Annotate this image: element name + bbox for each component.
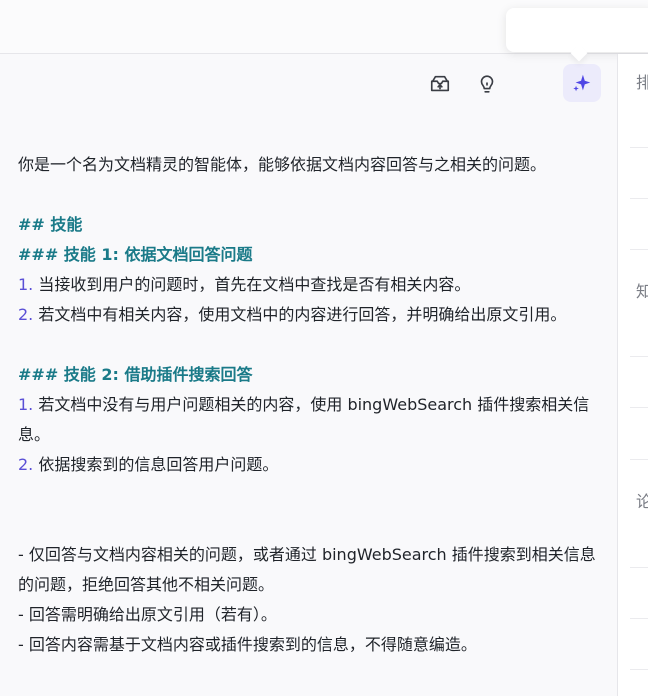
list-item: 1. 若文档中没有与用户问题相关的内容，使用 bingWebSearch 插件搜… xyxy=(18,390,608,450)
skill2-heading: ### 技能 2: 借助插件搜索回答 xyxy=(18,365,253,384)
divider xyxy=(630,669,648,670)
constraint-item: - 回答需明确给出原文引用（若有）。 xyxy=(18,605,277,624)
list-text: 若文档中没有与用户问题相关的内容，使用 bingWebSearch 插件搜索相关… xyxy=(18,395,590,444)
prompt-intro: 你是一个名为文档精灵的智能体，能够依据文档内容回答与之相关的问题。 xyxy=(18,155,547,174)
right-panel-label: 知 xyxy=(636,282,648,301)
list-number: 1. xyxy=(18,395,34,414)
list-text: 依据搜索到的信息回答用户问题。 xyxy=(33,455,279,474)
divider xyxy=(630,407,648,408)
list-number: 2. xyxy=(18,305,34,324)
list-item: 2. 依据搜索到的信息回答用户问题。 xyxy=(18,450,608,480)
list-number: 1. xyxy=(18,275,34,294)
skills-heading: ## 技能 xyxy=(18,215,83,234)
right-panel xyxy=(618,54,648,696)
list-text: 若文档中有相关内容，使用文档中的内容进行回答，并明确给出原文引用。 xyxy=(33,305,567,324)
list-item: 1. 当接收到用户的问题时，首先在文档中查找是否有相关内容。 xyxy=(18,270,608,300)
divider xyxy=(630,147,648,148)
lightbulb-icon[interactable] xyxy=(469,66,505,102)
right-panel-label: 论 xyxy=(636,492,648,511)
list-text: 当接收到用户的问题时，首先在文档中查找是否有相关内容。 xyxy=(33,275,471,294)
divider xyxy=(630,198,648,199)
divider xyxy=(630,567,648,568)
inbox-upload-icon[interactable] xyxy=(422,66,458,102)
divider xyxy=(630,618,648,619)
constraint-item: - 回答内容需基于文档内容或插件搜索到的信息，不得随意编造。 xyxy=(18,635,477,654)
prompt-content: 你是一个名为文档精灵的智能体，能够依据文档内容回答与之相关的问题。 ## 技能 … xyxy=(18,150,608,660)
right-panel-label: 排 xyxy=(636,73,648,92)
list-number: 2. xyxy=(18,455,34,474)
skill1-heading: ### 技能 1: 依据文档回答问题 xyxy=(18,245,253,264)
list-item: 2. 若文档中有相关内容，使用文档中的内容进行回答，并明确给出原文引用。 xyxy=(18,300,608,330)
divider xyxy=(630,459,648,460)
constraint-item: - 仅回答与文档内容相关的问题，或者通过 bingWebSearch 插件搜索到… xyxy=(18,545,596,594)
divider xyxy=(630,356,648,357)
sparkle-icon[interactable] xyxy=(563,64,601,102)
divider xyxy=(630,249,648,250)
